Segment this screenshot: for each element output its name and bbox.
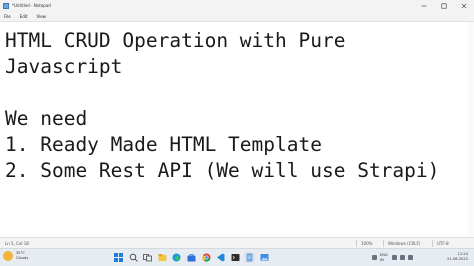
photos-icon[interactable]: [259, 252, 270, 263]
windows-start-icon[interactable]: [113, 252, 124, 263]
window-title: *Untitled - Notepad: [12, 3, 51, 8]
edge-browser-icon[interactable]: [171, 252, 182, 263]
menu-edit[interactable]: Edit: [16, 14, 33, 19]
title-bar: *Untitled - Notepad: [0, 0, 474, 11]
taskbar: 35°C Cloudy ENG IN 11:24 21-08-2022: [0, 248, 474, 266]
minimize-button[interactable]: [414, 0, 434, 11]
file-explorer-icon[interactable]: [157, 252, 168, 263]
region-code: IN: [380, 257, 384, 262]
menu-view[interactable]: View: [32, 14, 51, 19]
window-controls: [414, 0, 474, 11]
volume-icon[interactable]: [399, 255, 405, 260]
notepad-icon: [3, 2, 9, 9]
close-button[interactable]: [454, 0, 474, 11]
zoom-level: 100%: [361, 241, 373, 246]
status-divider: [432, 240, 433, 247]
weather-widget[interactable]: 35°C Cloudy: [3, 251, 28, 261]
clock-date: 21-08-2022: [447, 257, 468, 261]
editor-line: 1. Ready Made HTML Template: [5, 133, 322, 156]
maximize-icon: [441, 3, 447, 9]
status-bar: Ln 5, Col 18 100% Windows (CRLF) UTF-8: [0, 237, 474, 248]
encoding: UTF-8: [437, 241, 449, 246]
editor-line: Javascript: [5, 55, 123, 78]
status-divider: [356, 240, 357, 247]
vertical-scrollbar[interactable]: [468, 22, 474, 237]
minimize-icon: [421, 5, 427, 6]
menu-bar: File Edit View: [0, 11, 474, 21]
menu-file[interactable]: File: [0, 14, 16, 19]
vscode-icon[interactable]: [215, 252, 226, 263]
text-editor[interactable]: HTML CRUD Operation with Pure Javascript …: [0, 21, 474, 237]
search-icon[interactable]: [128, 252, 139, 263]
store-icon[interactable]: [186, 252, 197, 263]
notepad-icon[interactable]: [244, 252, 256, 263]
weather-condition: Cloudy: [16, 256, 29, 260]
cursor-position: Ln 5, Col 18: [5, 241, 29, 246]
close-icon: [461, 3, 467, 8]
weather-icon: [3, 251, 13, 261]
taskbar-apps: [113, 252, 274, 263]
wifi-icon[interactable]: [391, 255, 397, 260]
line-ending: Windows (CRLF): [388, 241, 421, 246]
editor-line: HTML CRUD Operation with Pure: [5, 29, 346, 52]
status-divider: [383, 240, 384, 247]
input-language[interactable]: ENG IN: [380, 253, 388, 262]
chevron-up-icon[interactable]: [372, 255, 377, 260]
clock[interactable]: 11:24 21-08-2022: [447, 252, 468, 262]
editor-line: 2. Some Rest API (We will use Strapi): [5, 159, 440, 182]
system-tray: ENG IN: [372, 253, 416, 262]
maximize-button[interactable]: [434, 0, 454, 11]
battery-icon[interactable]: [407, 255, 413, 260]
task-view-icon[interactable]: [142, 252, 153, 263]
terminal-icon[interactable]: [230, 252, 241, 263]
editor-text[interactable]: HTML CRUD Operation with Pure Javascript …: [5, 28, 467, 234]
chrome-icon[interactable]: [201, 252, 212, 263]
editor-line: We need: [5, 107, 88, 130]
